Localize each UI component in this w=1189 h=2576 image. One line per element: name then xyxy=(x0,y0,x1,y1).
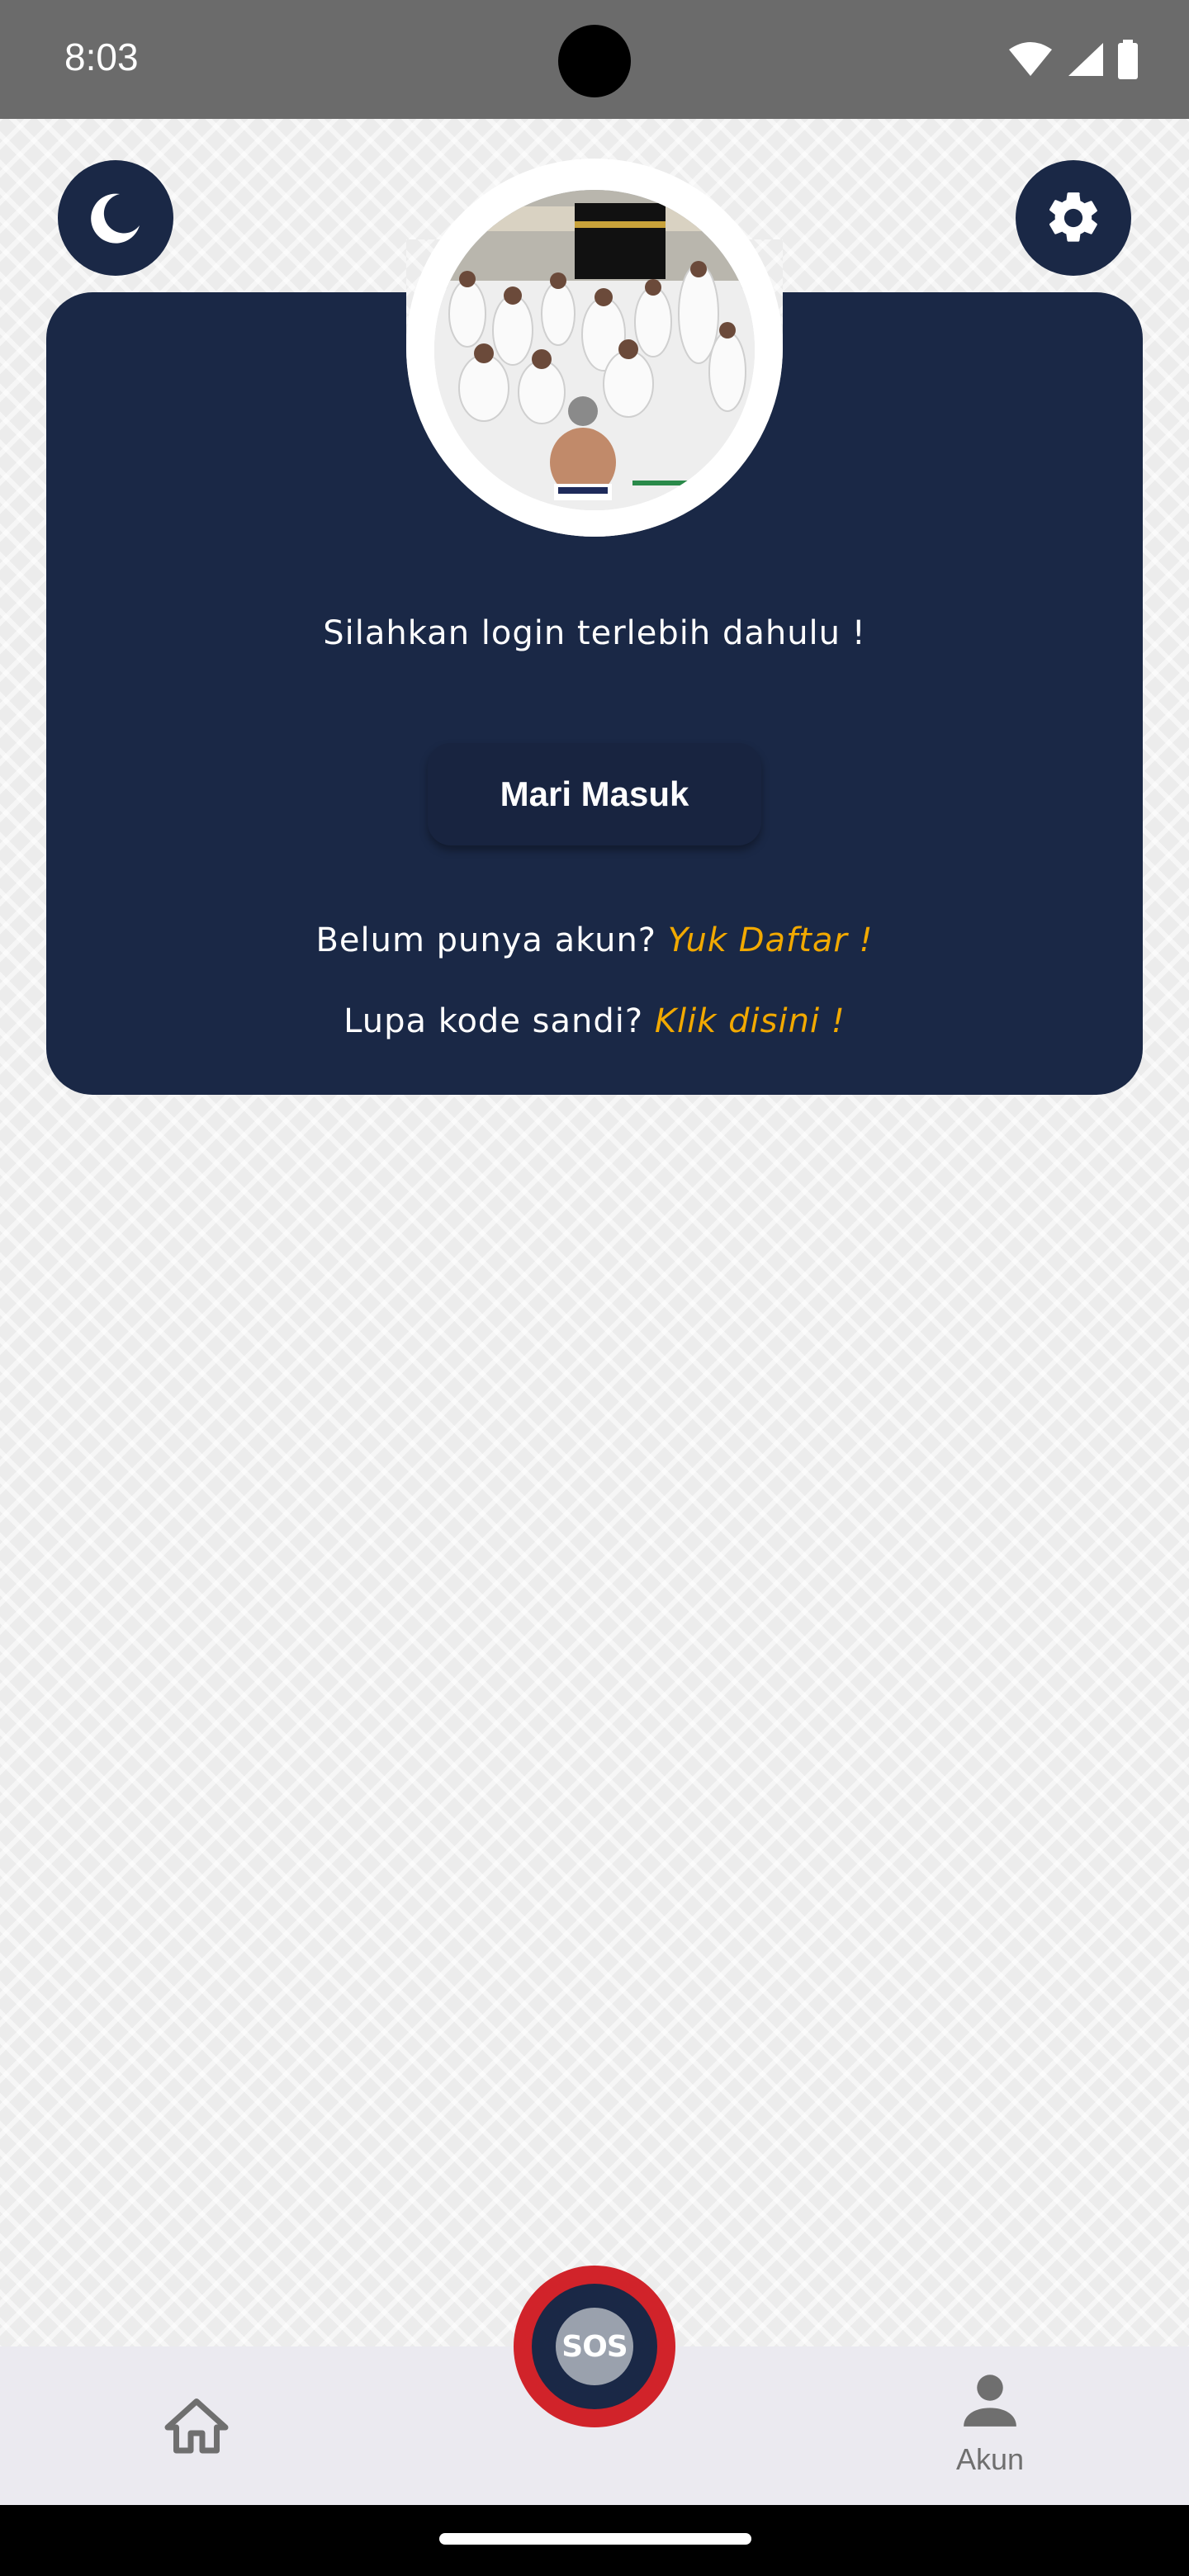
register-question: Belum punya akun? xyxy=(315,921,657,959)
sos-button[interactable]: SOS xyxy=(514,2266,675,2427)
forgot-password-row: Lupa kode sandi? Klik disini ! xyxy=(46,1002,1143,1040)
login-prompt: Silahkan login terlebih dahulu ! xyxy=(323,614,866,652)
gesture-home-handle[interactable] xyxy=(439,2533,751,2545)
dark-mode-toggle-button[interactable] xyxy=(58,160,173,276)
sos-icon: SOS xyxy=(556,2308,633,2385)
nav-item-account[interactable]: Akun xyxy=(936,2363,1044,2477)
camera-cutout xyxy=(558,25,631,97)
battery-icon xyxy=(1118,40,1138,79)
gear-icon xyxy=(1049,192,1097,242)
home-icon xyxy=(164,2398,229,2454)
settings-button[interactable] xyxy=(1016,160,1131,276)
forgot-password-link[interactable]: Klik disini ! xyxy=(655,1002,846,1040)
forgot-question: Lupa kode sandi? xyxy=(343,1002,644,1040)
moon-icon xyxy=(91,193,140,244)
sos-button-inner: SOS xyxy=(532,2284,657,2409)
register-row: Belum punya akun? Yuk Daftar ! xyxy=(46,921,1143,959)
status-bar: 8:03 xyxy=(0,0,1189,119)
person-icon xyxy=(964,2375,1016,2427)
status-time: 8:03 xyxy=(64,36,139,78)
signal-icon xyxy=(1068,43,1103,76)
wifi-icon xyxy=(1009,42,1052,76)
profile-photo xyxy=(434,190,755,510)
nav-item-home[interactable] xyxy=(162,2393,231,2462)
login-button[interactable]: Mari Masuk xyxy=(428,743,761,845)
register-link[interactable]: Yuk Daftar ! xyxy=(668,921,874,959)
status-icons xyxy=(1007,40,1139,79)
nav-label-account: Akun xyxy=(955,2442,1025,2476)
kaaba-photo-illustration xyxy=(434,190,755,510)
